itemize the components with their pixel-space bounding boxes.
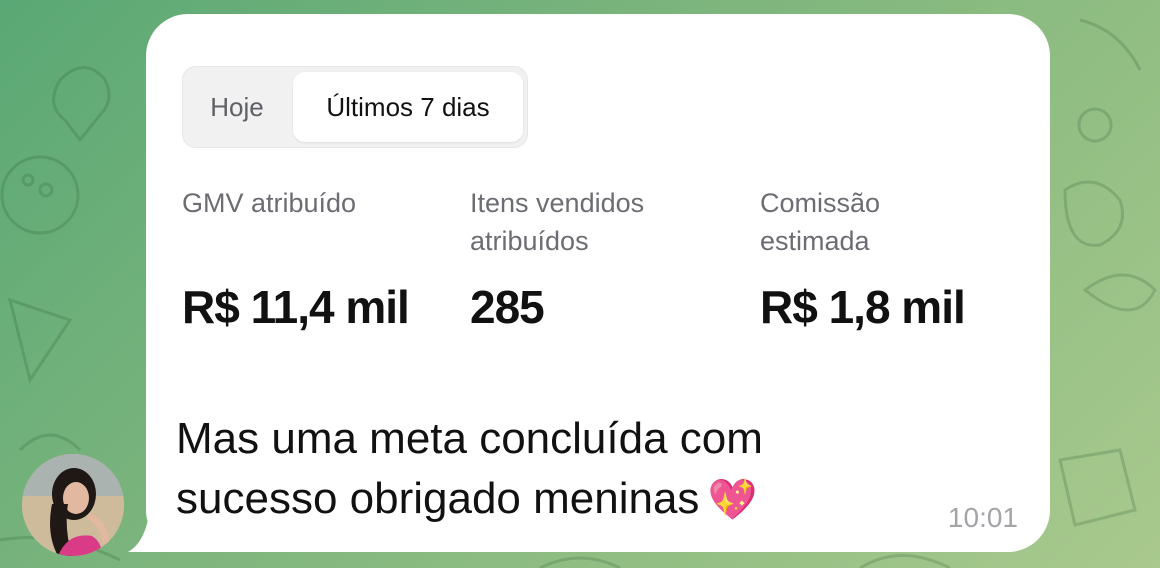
message-text-block: Mas uma meta concluída com sucesso obrig… xyxy=(176,409,896,530)
sparkling-heart-icon: 💖 xyxy=(707,477,758,523)
message-bubble[interactable]: Hoje Últimos 7 dias GMV atribuído R$ 11,… xyxy=(146,14,1050,552)
metric-value: R$ 11,4 mil xyxy=(182,281,410,333)
metric-items-sold: Itens vendidos atribuídos 285 xyxy=(470,184,700,333)
tab-today[interactable]: Hoje xyxy=(183,67,291,147)
metric-label: Itens vendidos atribuídos xyxy=(470,188,645,256)
metric-value: 285 xyxy=(470,281,545,333)
avatar-photo xyxy=(22,454,124,556)
metric-commission: Comissão estimada R$ 1,8 mil xyxy=(760,184,966,333)
metric-label: GMV atribuído xyxy=(182,188,357,218)
avatar[interactable] xyxy=(22,454,124,556)
tab-last-7-days[interactable]: Últimos 7 dias xyxy=(293,72,523,142)
metric-gmv: GMV atribuído R$ 11,4 mil xyxy=(182,184,422,333)
metric-value: R$ 1,8 mil xyxy=(760,281,966,333)
message-timestamp: 10:01 xyxy=(947,502,1018,533)
metric-label: Comissão estimada xyxy=(760,188,881,256)
message-text: Mas uma meta concluída com sucesso obrig… xyxy=(176,414,763,523)
period-filter: Hoje Últimos 7 dias xyxy=(182,66,528,148)
